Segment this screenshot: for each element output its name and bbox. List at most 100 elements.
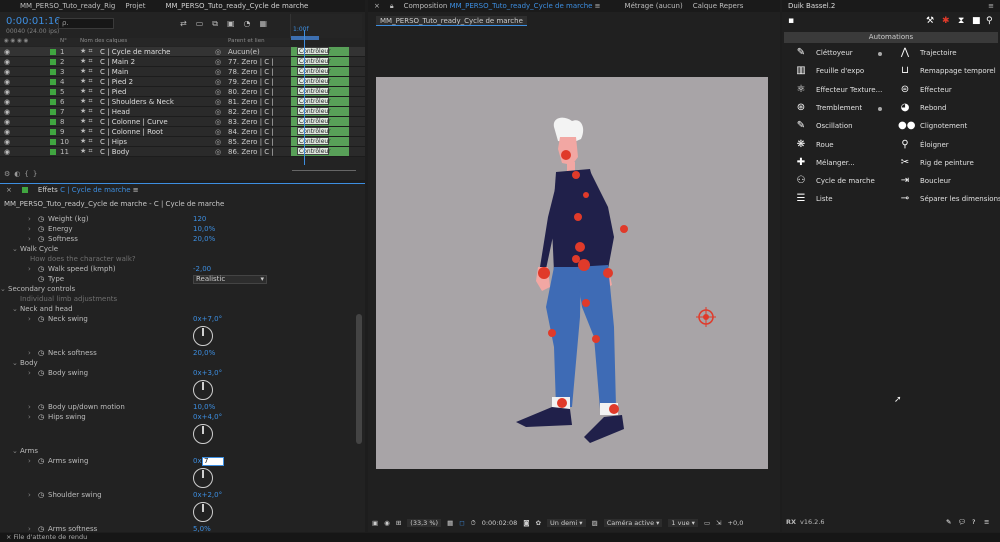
duik-tool-right[interactable]: ⋀ Trajectoire [898, 47, 957, 59]
layer-bar[interactable]: Contrôleur [291, 127, 349, 136]
layer-row[interactable]: ◉ 2 ★ ⌗ C | Main 2 ◎ 77. Zero | C | Contrôleur [0, 57, 365, 67]
visibility-icon[interactable]: ◉ [4, 148, 10, 156]
shy-icon[interactable]: ★ ⌗ [80, 137, 92, 146]
visibility-icon[interactable]: ◉ [4, 108, 10, 116]
layer-bar[interactable]: Contrôleur [291, 87, 349, 96]
tab-composition[interactable]: Composition MM_PERSO_Tuto_ready_Cycle de… [404, 2, 601, 10]
file-icon[interactable]: ▪ [788, 16, 794, 26]
layer-name[interactable]: C | Cycle de marche [100, 48, 210, 56]
expand-chevron-icon[interactable]: › [28, 215, 31, 223]
property-value[interactable]: 120 [193, 215, 206, 223]
render-icon[interactable]: ⇲ [716, 519, 721, 527]
label-color[interactable] [50, 108, 56, 115]
effect-property-row[interactable]: ⌄ Secondary controls [0, 285, 365, 295]
chat-icon[interactable]: 💬︎ [958, 518, 966, 526]
current-time[interactable]: 0:00:02:08 [482, 519, 518, 527]
mask-icon[interactable]: ⊞ [396, 519, 401, 527]
visibility-icon[interactable]: ◉ [4, 128, 10, 136]
shy-icon[interactable]: ★ ⌗ [80, 47, 92, 56]
parent-dropdown[interactable]: 83. Zero | C | [228, 118, 273, 126]
tab-calque[interactable]: Calque Repers [693, 2, 744, 10]
layer-row[interactable]: ◉ 10 ★ ⌗ C | Hips ◎ 85. Zero | C | Contrôleur [0, 137, 365, 147]
duik-tool-left[interactable]: ⊛ Tremblement [794, 102, 862, 114]
effect-property-row[interactable]: › ◷ Arms softness 5,0% [0, 525, 365, 532]
expand-chevron-icon[interactable]: › [28, 413, 31, 421]
tab-effects[interactable]: Effets C | Cycle de marche ≡ [38, 186, 139, 194]
duik-tool-right[interactable]: ⊜ Effecteur [898, 84, 952, 96]
options-dot[interactable] [878, 106, 882, 111]
effect-property-row[interactable]: › ◷ Neck swing 0x+7,0° [0, 315, 365, 346]
visibility-icon[interactable]: ◉ [4, 88, 10, 96]
expand-chevron-icon[interactable]: › [28, 315, 31, 323]
stopwatch-icon[interactable]: ◷ [38, 403, 44, 411]
comp-canvas[interactable] [376, 77, 768, 469]
angle-dial[interactable] [193, 424, 213, 444]
color-icon[interactable]: ✿ [536, 519, 541, 527]
effect-property-row[interactable]: ⌄ Walk Cycle [0, 245, 365, 255]
timecode[interactable]: 0:00:01:16 [6, 16, 61, 27]
layer-bar[interactable]: Contrôleur [291, 47, 349, 56]
duik-tool-left[interactable]: ⚇ Cycle de marche [794, 175, 875, 187]
angle-dial[interactable] [193, 468, 213, 488]
duik-tool-right[interactable]: ⊔ Remappage temporel [898, 65, 996, 77]
arms-swing-input[interactable]: 7 [202, 457, 224, 466]
stopwatch-icon[interactable]: ◷ [38, 265, 44, 273]
duik-tool-right[interactable]: ◕ Rebond [898, 102, 947, 114]
effect-property-row[interactable]: ⌄ Neck and head [0, 305, 365, 315]
parent-dropdown[interactable]: 78. Zero | C | [228, 68, 273, 76]
snapshot-icon[interactable]: ▣ [372, 519, 378, 527]
property-value[interactable]: 0x+4,0° [193, 413, 222, 421]
layer-name[interactable]: C | Shoulders & Neck [100, 98, 210, 106]
stopwatch-icon[interactable]: ◷ [38, 491, 44, 499]
zoom-slider[interactable] [292, 170, 356, 174]
effect-property-row[interactable]: › ◷ Energy 10,0% [0, 225, 365, 235]
layer-row[interactable]: ◉ 8 ★ ⌗ C | Colonne | Curve ◎ 83. Zero | C | C… [0, 117, 365, 127]
layer-row[interactable]: ◉ 1 ★ ⌗ C | Cycle de marche ◎ Aucun(e) Contrôl… [0, 47, 365, 57]
expand-chevron-icon[interactable]: ⌄ [0, 285, 6, 293]
parent-dropdown[interactable]: 80. Zero | C | [228, 88, 273, 96]
layout-icon[interactable]: ▭ [704, 519, 710, 527]
label-color[interactable] [50, 98, 56, 105]
parent-pick-icon[interactable]: ◎ [215, 58, 221, 66]
parent-dropdown[interactable]: 84. Zero | C | [228, 128, 273, 136]
close-icon[interactable]: × [374, 2, 380, 10]
layer-name[interactable]: C | Body [100, 148, 210, 156]
shy-icon[interactable]: ★ ⌗ [80, 107, 92, 116]
tools-icon[interactable]: ⚲ [986, 16, 993, 26]
shy-icon[interactable]: ★ ⌗ [80, 117, 92, 126]
effect-property-row[interactable]: › ◷ Weight (kg) 120 [0, 215, 365, 225]
angle-dial[interactable] [193, 326, 213, 346]
layer-bar[interactable]: Contrôleur [291, 107, 349, 116]
layer-row[interactable]: ◉ 11 ★ ⌗ C | Body ◎ 86. Zero | C | Contrôleur [0, 147, 365, 157]
settings-icon[interactable]: ✎ [946, 518, 951, 526]
layer-name[interactable]: C | Hips [100, 138, 210, 146]
parent-dropdown[interactable]: 81. Zero | C | [228, 98, 273, 106]
expand-chevron-icon[interactable]: › [28, 225, 31, 233]
label-color[interactable] [50, 88, 56, 95]
parent-pick-icon[interactable]: ◎ [215, 148, 221, 156]
duik-tool-right[interactable]: ⚲ Éloigner [898, 139, 948, 151]
parent-pick-icon[interactable]: ◎ [215, 118, 221, 126]
duik-tool-right[interactable]: ●● Clignotement [898, 120, 967, 132]
timeline-bottom-icons[interactable]: ⚙◐{} [4, 170, 41, 178]
effect-property-row[interactable]: › ◷ Softness 20,0% [0, 235, 365, 245]
shy-icon[interactable]: ★ ⌗ [80, 127, 92, 136]
label-color[interactable] [50, 128, 56, 135]
exposure-value[interactable]: +0,0 [728, 519, 744, 527]
playhead-line[interactable] [304, 30, 305, 165]
layer-bar[interactable]: Contrôleur [291, 67, 349, 76]
comp-subtab[interactable]: MM_PERSO_Tuto_ready_Cycle de marche [376, 16, 527, 26]
effect-property-row[interactable]: Individual limb adjustments [0, 295, 365, 305]
stopwatch-icon[interactable]: ◷ [38, 369, 44, 377]
layer-row[interactable]: ◉ 9 ★ ⌗ C | Colonne | Root ◎ 84. Zero | C | Co… [0, 127, 365, 137]
expand-chevron-icon[interactable]: ⌄ [12, 359, 18, 367]
property-value[interactable]: 0x [193, 457, 202, 465]
duik-tool-left[interactable]: ⚛ Effecteur Texture... [794, 84, 883, 96]
layer-bar[interactable]: Contrôleur [291, 137, 349, 146]
parent-pick-icon[interactable]: ◎ [215, 138, 221, 146]
label-color[interactable] [50, 118, 56, 125]
parent-dropdown[interactable]: Aucun(e) [228, 48, 273, 56]
transparency-icon[interactable]: ▨ [592, 519, 598, 527]
shy-icon[interactable]: ★ ⌗ [80, 147, 92, 156]
layer-bar[interactable]: Contrôleur [291, 97, 349, 106]
